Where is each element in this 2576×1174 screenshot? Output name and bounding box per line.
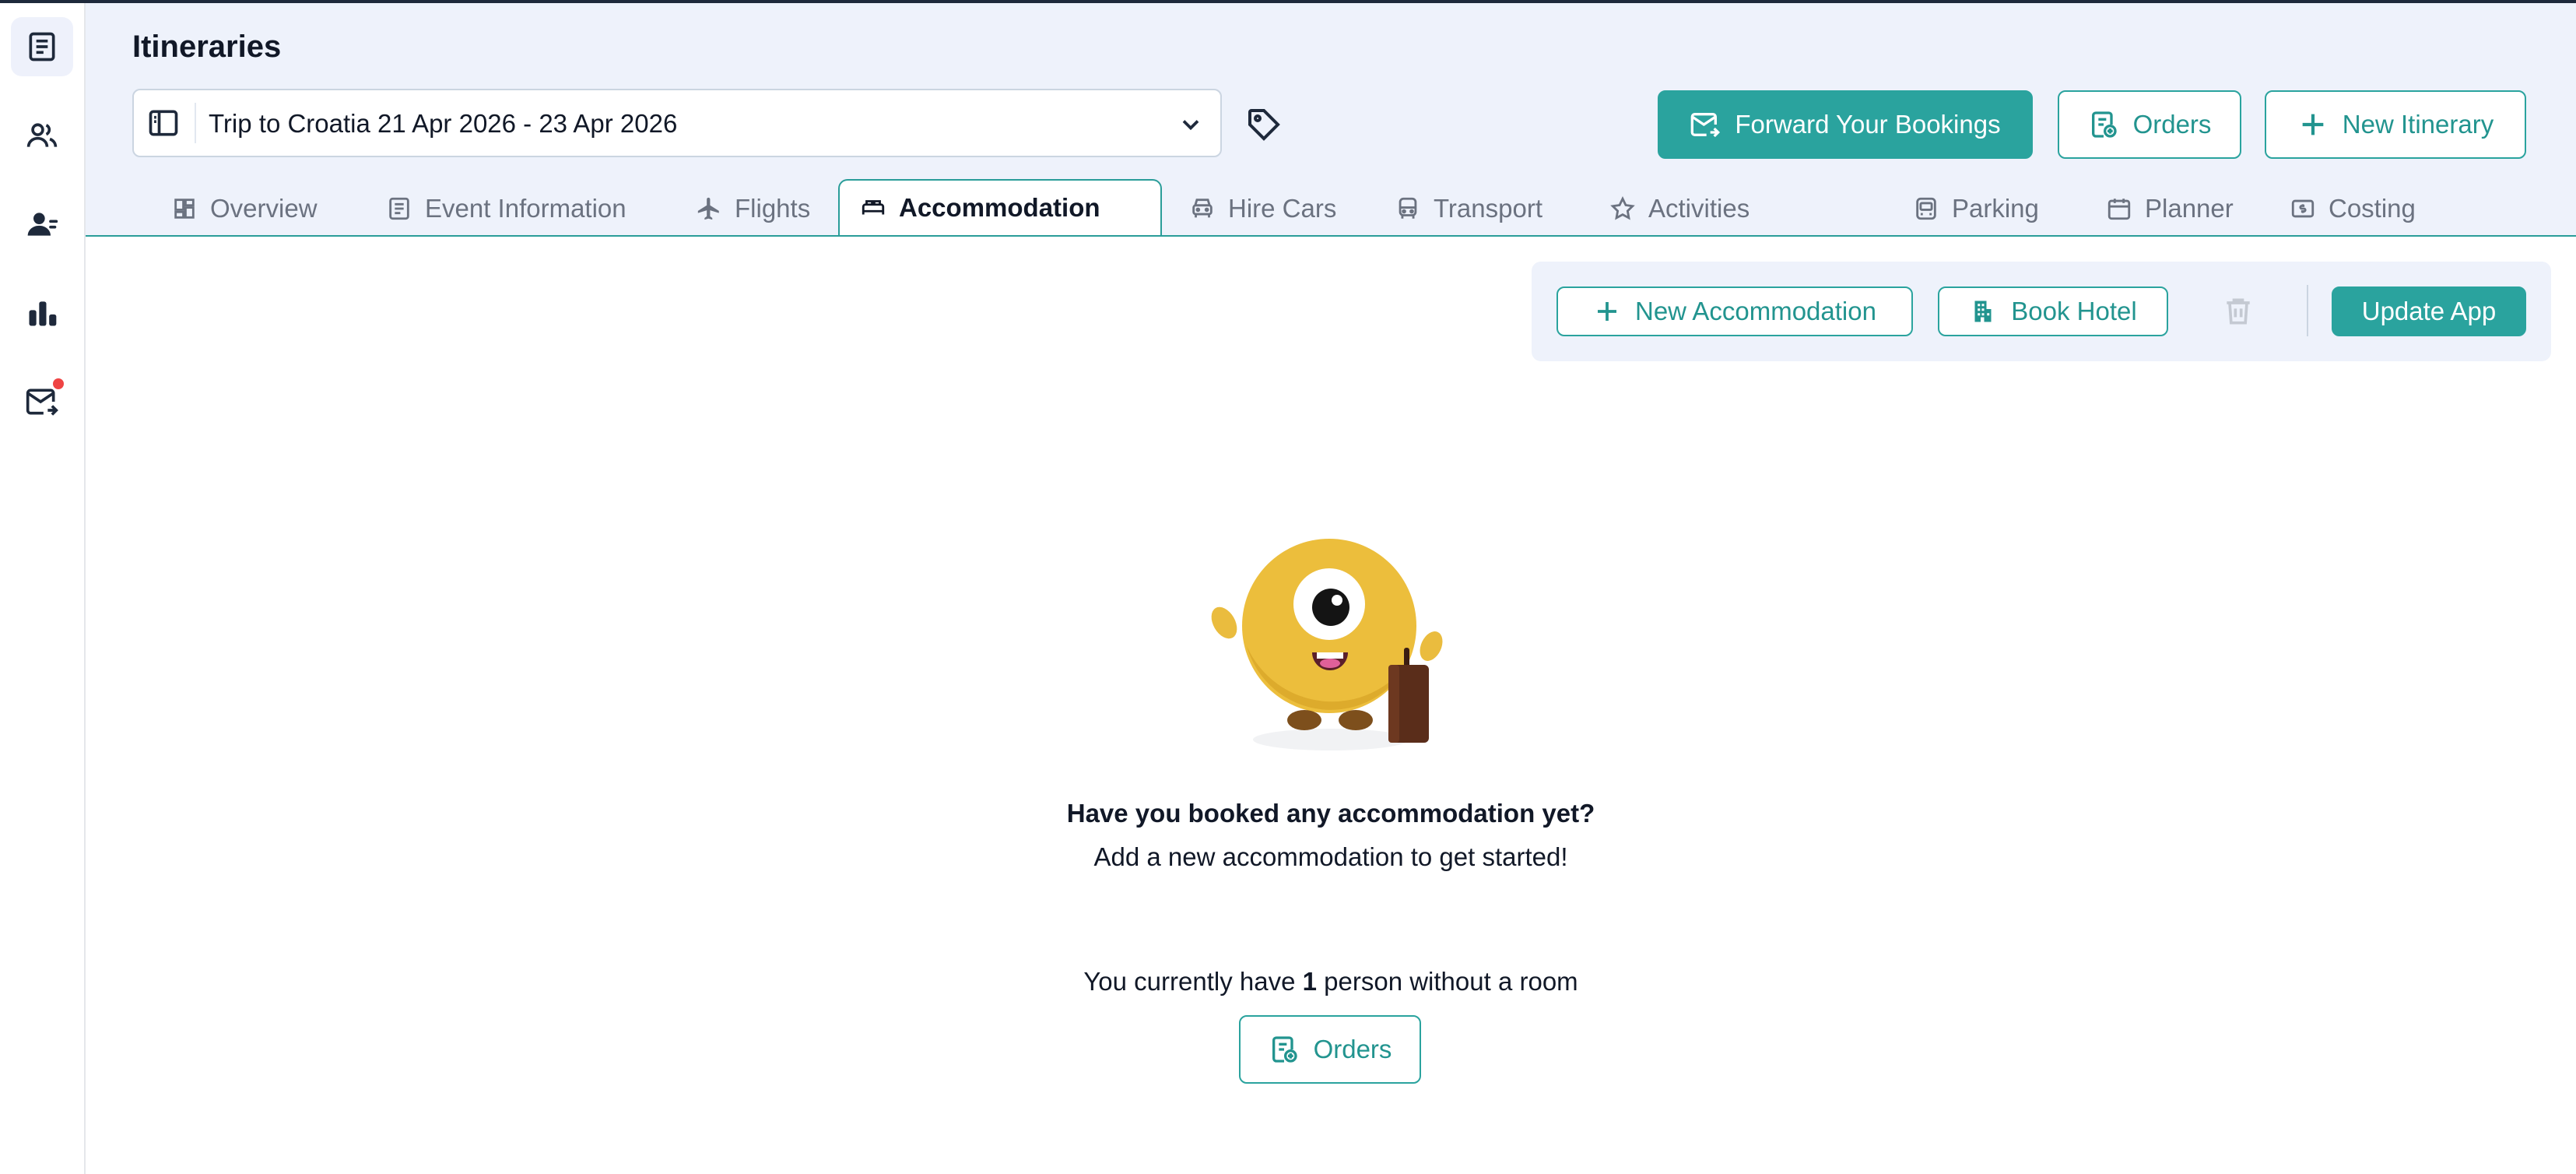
notification-badge — [53, 378, 64, 389]
plus-icon — [2302, 114, 2324, 135]
people-icon — [26, 123, 58, 147]
update-app-label: Update App — [2361, 297, 2497, 325]
tag-icon[interactable] — [1245, 106, 1283, 143]
tab-label: Hire Cars — [1228, 194, 1337, 223]
itineraries-icon — [29, 32, 55, 62]
tab-label: Accommodation — [899, 193, 1100, 222]
trip-select-value: Trip to Croatia 21 Apr 2026 - 23 Apr 202… — [209, 109, 678, 138]
sidebar-toggle-icon[interactable] — [146, 106, 181, 140]
reports-icon — [29, 301, 57, 326]
tab-parking[interactable]: Parking — [1893, 182, 2059, 235]
forward-bookings-label: Forward Your Bookings — [1735, 110, 2001, 139]
orders-button[interactable]: Orders — [2058, 90, 2241, 159]
orders-label: Orders — [1313, 1035, 1392, 1063]
tab-label: Transport — [1434, 194, 1542, 223]
update-app-button[interactable]: Update App — [2332, 286, 2526, 336]
tab-label: Costing — [2329, 194, 2416, 223]
orders-icon — [2091, 111, 2117, 138]
tab-transport[interactable]: Transport — [1374, 182, 1563, 235]
orders-icon — [1272, 1036, 1297, 1063]
select-separator — [195, 103, 196, 143]
tab-label: Planner — [2145, 194, 2234, 223]
sidebar-item-contacts[interactable] — [11, 195, 73, 254]
tab-costing[interactable]: Costing — [2269, 182, 2436, 235]
contacts-icon — [27, 213, 58, 236]
costing-icon — [2291, 199, 2315, 218]
document-icon — [389, 197, 409, 220]
chevron-down-icon — [1182, 120, 1199, 131]
rooms-count: 1 — [1302, 967, 1317, 996]
orders-label: Orders — [2132, 110, 2212, 139]
tab-label: Flights — [735, 194, 811, 223]
tab-label: Parking — [1952, 194, 2039, 223]
book-hotel-label: Book Hotel — [2011, 297, 2137, 325]
mascot-illustration — [1211, 539, 1443, 750]
page-title: Itineraries — [132, 30, 282, 64]
mail-forward-icon — [26, 388, 58, 416]
overview-icon — [174, 199, 195, 219]
action-divider — [2307, 285, 2308, 336]
tab-flights[interactable]: Flights — [676, 182, 830, 235]
bed-icon — [862, 200, 885, 215]
empty-state-subtext: Add a new accommodation to get started! — [1093, 842, 1568, 871]
calendar-icon — [2107, 199, 2131, 220]
delete-icon[interactable] — [2221, 294, 2255, 329]
tab-label: Overview — [210, 194, 318, 223]
sidebar-item-mail[interactable] — [11, 372, 73, 431]
rooms-prefix: You currently have — [1083, 967, 1296, 996]
itinerary-tabs: Overview Event Information Flights Accom… — [86, 179, 2576, 237]
tab-event-information[interactable]: Event Information — [366, 182, 647, 235]
plus-icon — [1598, 302, 1616, 321]
orders-button-empty-state[interactable]: Orders — [1239, 1015, 1421, 1084]
trip-select[interactable]: Trip to Croatia 21 Apr 2026 - 23 Apr 202… — [132, 89, 1222, 157]
empty-state-heading: Have you booked any accommodation yet? — [1066, 799, 1595, 828]
tab-hire-cars[interactable]: Hire Cars — [1169, 182, 1356, 235]
new-accommodation-label: New Accommodation — [1635, 297, 1876, 325]
tab-accommodation[interactable]: Accommodation — [838, 179, 1162, 235]
book-hotel-button[interactable]: Book Hotel — [1938, 286, 2168, 336]
tab-label: Event Information — [425, 194, 626, 223]
left-sidebar — [0, 3, 86, 1174]
bus-icon — [1399, 197, 1417, 219]
parking-icon — [1916, 197, 1936, 220]
sidebar-item-itineraries[interactable] — [11, 17, 73, 76]
mail-forward-icon — [1691, 113, 1721, 138]
new-accommodation-button[interactable]: New Accommodation — [1556, 286, 1913, 336]
new-itinerary-button[interactable]: New Itinerary — [2265, 90, 2526, 159]
new-itinerary-label: New Itinerary — [2342, 110, 2494, 139]
rooms-suffix: person without a room — [1324, 967, 1578, 996]
tab-activities[interactable]: Activities — [1589, 182, 1770, 235]
rooms-status: You currently have 1 person without a ro… — [0, 967, 2576, 996]
tab-overview[interactable]: Overview — [151, 182, 338, 235]
tab-label: Activities — [1648, 194, 1750, 223]
plane-icon — [697, 197, 719, 220]
hotel-building-icon — [1974, 301, 1992, 322]
forward-bookings-button[interactable]: Forward Your Bookings — [1658, 90, 2033, 159]
sidebar-item-reports[interactable] — [11, 283, 73, 343]
star-icon — [1610, 195, 1635, 220]
car-icon — [1192, 199, 1213, 218]
sidebar-item-people[interactable] — [11, 106, 73, 165]
tab-planner[interactable]: Planner — [2086, 182, 2254, 235]
